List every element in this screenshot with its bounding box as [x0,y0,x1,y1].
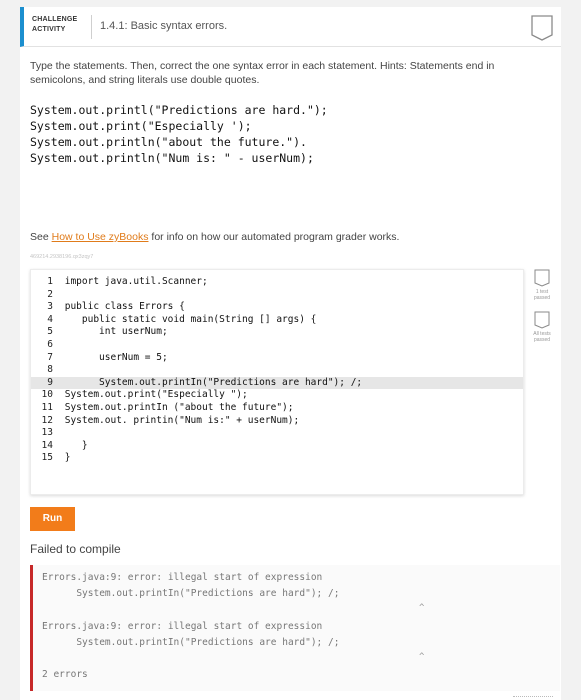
activity-identifier: 469214.2938196.qx3zqy7 [30,254,94,260]
line-text[interactable]: public static void main(String [] args) … [59,314,317,325]
code-line[interactable]: 11 System.out.printIn ("about the future… [31,402,523,415]
code-line[interactable]: 6 [31,339,523,352]
code-line[interactable]: 7 userNum = 5; [31,352,523,365]
output-line: Errors.java:9: error: illegal start of e… [42,572,323,583]
test-status-1: 1 test passed [528,269,556,301]
line-number: 5 [47,326,53,338]
line-number: 10 [41,389,53,401]
line-number: 1 [47,276,53,287]
code-line[interactable]: 8 [31,364,523,377]
line-number: 13 [41,427,53,439]
line-number: 6 [47,338,53,350]
badge-line-2: ACTIVITY [32,26,66,33]
output-line: System.out.printIn("Predictions are hard… [42,637,340,648]
line-number: 2 [47,288,53,300]
statement-line: System.out.println("Num is: " - userNum)… [30,151,314,165]
line-text[interactable]: } [59,452,71,463]
line-number: 12 [41,414,53,426]
line-text[interactable]: System.out.print("Especially "); [59,389,248,400]
line-number: 3 [47,301,53,313]
line-text[interactable]: System.out. printin("Num is:" + userNum)… [59,415,300,426]
line-number: 8 [47,364,53,376]
line-text[interactable]: import java.util.Scanner; [59,276,208,287]
code-line[interactable]: 2 [31,289,523,302]
test-status-label: 1 test passed [533,289,551,301]
line-number: 15 [41,452,53,464]
line-text[interactable]: userNum = 5; [59,352,168,363]
bookmark-icon[interactable] [531,15,553,41]
error-caret: ^ [419,652,425,662]
code-line[interactable]: 13 [31,427,523,440]
statement-line: System.out.println("about the future."). [30,135,307,149]
challenge-card: CHALLENGE ACTIVITY 1.4.1: Basic syntax e… [20,7,561,700]
activity-title: 1.4.1: Basic syntax errors. [100,20,228,32]
compiler-output: Errors.java:9: error: illegal start of e… [30,565,560,691]
code-line[interactable]: 3 public class Errors { [31,301,523,314]
code-editor[interactable]: 1 import java.util.Scanner; 2 3 public c… [30,269,524,495]
line-text[interactable]: int userNum; [59,326,168,337]
code-line[interactable]: 10 System.out.print("Especially "); [31,389,523,402]
code-lines[interactable]: 1 import java.util.Scanner; 2 3 public c… [31,276,523,465]
code-line[interactable]: 4 public static void main(String [] args… [31,314,523,327]
line-number: 7 [47,351,53,363]
line-number: 4 [47,313,53,325]
grader-info-note: See How to Use zyBooks for info on how o… [30,231,399,243]
code-line[interactable]: 5 int userNum; [31,326,523,339]
test-bookmark-icon [534,311,550,329]
output-line: 2 errors [42,669,88,680]
line-text[interactable]: System.out.printIn ("about the future"); [59,402,294,413]
line-text[interactable]: public class Errors { [59,301,185,312]
compile-status: Failed to compile [30,542,121,556]
instructions-text: Type the statements. Then, correct the o… [30,60,495,86]
code-line[interactable]: 1 import java.util.Scanner; [31,276,523,289]
how-to-use-zybooks-link[interactable]: How to Use zyBooks [52,231,149,243]
badge-line-1: CHALLENGE [32,16,78,23]
test-status-label: All tests passed [533,331,551,343]
error-caret: ^ [419,603,425,613]
output-line: System.out.printIn("Predictions are hard… [42,588,340,599]
feedback-link-edge [513,696,553,700]
code-line[interactable]: 12 System.out. printin("Num is:" + userN… [31,415,523,428]
line-number: 9 [47,376,53,388]
challenge-badge: CHALLENGE ACTIVITY [32,15,90,35]
code-line[interactable]: 15 } [31,452,523,465]
test-bookmark-icon [534,269,550,287]
activity-header: CHALLENGE ACTIVITY 1.4.1: Basic syntax e… [20,7,561,47]
header-divider [91,15,92,39]
line-number: 14 [41,439,53,451]
code-line-active[interactable]: 9 System.out.printIn("Predictions are ha… [31,376,523,390]
code-line[interactable]: 14 } [31,440,523,453]
line-text[interactable]: } [59,440,88,451]
target-statements: System.out.printl("Predictions are hard.… [30,102,540,166]
note-suffix: for info on how our automated program gr… [148,231,400,243]
line-text[interactable]: System.out.printIn("Predictions are hard… [59,377,362,388]
note-prefix: See [30,231,52,243]
test-status-2: All tests passed [528,311,556,343]
statement-line: System.out.printl("Predictions are hard.… [30,103,328,117]
line-number: 11 [41,401,53,413]
run-button[interactable]: Run [30,507,75,531]
statement-line: System.out.print("Especially '); [30,119,252,133]
output-line: Errors.java:9: error: illegal start of e… [42,621,323,632]
